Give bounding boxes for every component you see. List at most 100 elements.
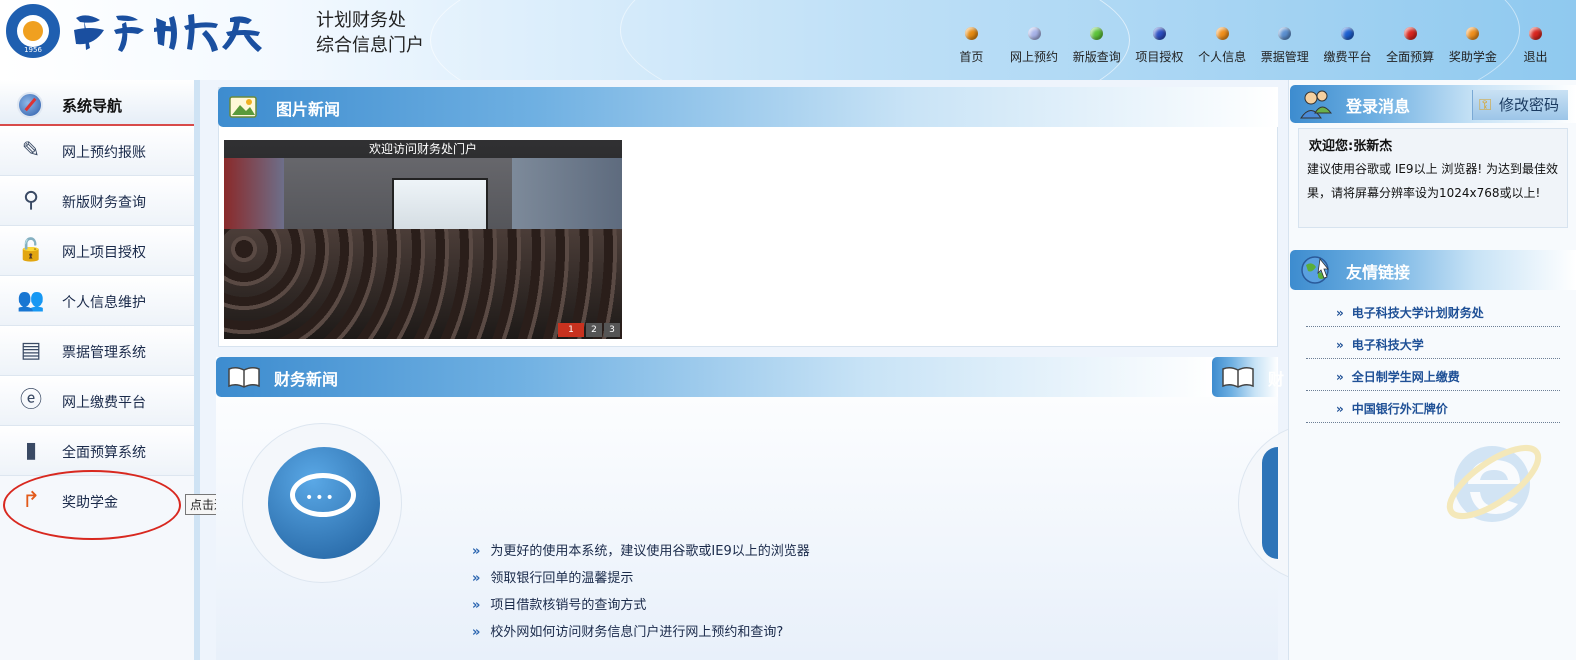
news-item[interactable]: » 项目借款核销号的查询方式 (472, 594, 810, 621)
slide-page-button[interactable]: 3 (604, 323, 620, 337)
document-icon: ▤ (20, 338, 42, 363)
topnav-label: 网上预约 (1010, 50, 1059, 64)
topnav-item[interactable]: 全面预算 (1379, 22, 1442, 74)
news-item[interactable]: » 校外网如何访问财务信息门户进行网上预约和查询? (472, 621, 810, 648)
emblem-year: 1956 (24, 46, 42, 54)
topnav-label: 奖助学金 (1448, 50, 1497, 64)
sidebar-item-label: 票据管理系统 (62, 345, 146, 361)
sidebar-item[interactable]: 👥 个人信息维护 (0, 276, 194, 326)
welcome-user: 欢迎您:张新杰 (1309, 139, 1393, 154)
compass-icon (17, 92, 43, 118)
site-header: 1956 计划财务处 综合信息门户 首页 网上预约 新版查询 项目授权 个人信息 票据管理… (0, 0, 1576, 80)
sidebar-item-label: 网上缴费平台 (62, 395, 146, 411)
left-sidebar: 系统导航 ✎ 网上预约报账 ⚲ 新版财务查询 🔓 网上项目授权 👥 个人信息维护 ▤ 票据管理系统… (0, 80, 200, 660)
topnav-item[interactable]: 首页 (940, 22, 1003, 74)
nav-bullet-icon (1152, 27, 1166, 40)
topnav-label: 退出 (1523, 50, 1548, 64)
double-arrow-icon: » (1336, 370, 1344, 384)
double-arrow-icon: » (472, 625, 481, 640)
sidebar-item[interactable]: ⚲ 新版财务查询 (0, 176, 194, 226)
topnav-item[interactable]: 退出 (1504, 22, 1567, 74)
friend-links-header: 友情链接 (1290, 250, 1576, 290)
sidebar-item[interactable]: ▮ 全面预算系统 (0, 426, 194, 476)
topnav-item[interactable]: 网上预约 (1003, 22, 1066, 74)
internet-explorer-watermark-icon (1446, 444, 1542, 522)
finance-news-title-partial: 财 (1268, 370, 1285, 389)
slide-caption: 欢迎访问财务处门户 (224, 140, 622, 158)
highlight-circle (3, 470, 181, 540)
school-emblem-logo: 1956 (6, 4, 60, 58)
topnav-item[interactable]: 个人信息 (1191, 22, 1254, 74)
picture-news-header: 图片新闻 (218, 87, 1278, 127)
double-arrow-icon: » (1336, 338, 1344, 352)
change-password-button[interactable]: ⚿ 修改密码 (1472, 90, 1568, 120)
slide-page-button[interactable]: 2 (586, 323, 602, 337)
sidebar-item-label: 个人信息维护 (62, 295, 146, 311)
topnav-label: 新版查询 (1072, 50, 1121, 64)
login-message-body: 欢迎您:张新杰 建议使用谷歌或 IE9以上 浏览器! 为达到最佳效果，请将屏幕分… (1298, 128, 1568, 228)
nav-bullet-icon (1403, 27, 1417, 40)
topnav-item[interactable]: 新版查询 (1065, 22, 1128, 74)
sidebar-title: 系统导航 (62, 97, 123, 115)
news-item[interactable]: » 领取银行回单的温馨提示 (472, 567, 810, 594)
double-arrow-icon: » (1336, 306, 1344, 320)
sidebar-item[interactable]: ▤ 票据管理系统 (0, 326, 194, 376)
topnav-label: 全面预算 (1386, 50, 1435, 64)
topnav-item[interactable]: 缴费平台 (1316, 22, 1379, 74)
bar-chart-icon: ▮ (24, 438, 38, 463)
double-arrow-icon: » (472, 571, 481, 586)
friend-link-label: 电子科技大学计划财务处 (1351, 306, 1484, 320)
ie-pay-icon: ⓔ (19, 388, 42, 413)
finance-news-list: » 为更好的使用本系统，建议使用谷歌或IE9以上的浏览器» 领取银行回单的温馨提示»… (472, 540, 810, 648)
friend-link-label: 电子科技大学 (1351, 338, 1424, 352)
nav-bullet-icon (1090, 27, 1104, 40)
friend-link[interactable]: » 电子科技大学计划财务处 (1306, 295, 1560, 327)
topnav-label: 首页 (959, 50, 984, 64)
department-title: 计划财务处 综合信息门户 (316, 8, 424, 58)
users-icon: 👥 (17, 288, 45, 313)
topnav-label: 个人信息 (1198, 50, 1247, 64)
friend-links-list: » 电子科技大学计划财务处 » 电子科技大学 » 全日制学生网上缴费 » 中国银行外汇牌价 (1306, 295, 1560, 423)
nav-bullet-icon (1215, 27, 1229, 40)
topnav-item[interactable]: 票据管理 (1253, 22, 1316, 74)
double-arrow-icon: » (472, 544, 481, 559)
sidebar-item[interactable]: 🔓 网上项目授权 (0, 226, 194, 276)
chat-bubble-icon-partial (1262, 447, 1278, 559)
news-item[interactable]: » 为更好的使用本系统，建议使用谷歌或IE9以上的浏览器 (472, 540, 810, 567)
topnav-item[interactable]: 项目授权 (1128, 22, 1191, 74)
nav-bullet-icon (1529, 27, 1543, 40)
sidebar-item[interactable]: ✎ 网上预约报账 (0, 126, 194, 176)
sidebar-item[interactable]: ⓔ 网上缴费平台 (0, 376, 194, 426)
change-password-label: 修改密码 (1499, 96, 1560, 114)
friend-link[interactable]: » 全日制学生网上缴费 (1306, 359, 1560, 391)
chat-bubble-icon: ••• (268, 447, 380, 559)
news-item-title: 项目借款核销号的查询方式 (490, 598, 647, 613)
sidebar-item-label: 网上项目授权 (62, 245, 146, 261)
friend-link[interactable]: » 电子科技大学 (1306, 327, 1560, 359)
friend-link[interactable]: » 中国银行外汇牌价 (1306, 391, 1560, 423)
top-navigation: 首页 网上预约 新版查询 项目授权 个人信息 票据管理 缴费平台 全面预算 奖助学金 退出 (940, 22, 1567, 74)
topnav-label: 缴费平台 (1323, 50, 1372, 64)
slide-page-button[interactable]: 1 (558, 323, 584, 337)
edit-icon: ✎ (21, 138, 41, 163)
nav-bullet-icon (1466, 27, 1480, 40)
key-icon: ⚿ (1479, 95, 1492, 114)
sidebar-menu: ✎ 网上预约报账 ⚲ 新版财务查询 🔓 网上项目授权 👥 个人信息维护 ▤ 票据管理系统 ⓔ 网上缴费… (0, 126, 194, 526)
open-book-icon (1222, 366, 1254, 388)
finance-news-header-duplicate: 财 (1212, 357, 1284, 397)
portal-name: 综合信息门户 (316, 35, 424, 56)
news-item-title: 校外网如何访问财务信息门户进行网上预约和查询? (490, 625, 784, 640)
school-name-logo (74, 14, 262, 52)
nav-bullet-icon (1027, 27, 1041, 40)
finance-news-header: 财务新闻 (216, 357, 1216, 397)
sidebar-header: 系统导航 (0, 80, 194, 126)
picture-news-title: 图片新闻 (276, 100, 341, 119)
sidebar-item-label: 新版财务查询 (62, 195, 146, 211)
nav-bullet-icon (1278, 27, 1292, 40)
nav-bullet-icon (964, 27, 978, 40)
friend-link-label: 全日制学生网上缴费 (1351, 370, 1460, 384)
topnav-item[interactable]: 奖助学金 (1442, 22, 1505, 74)
users-icon (1300, 90, 1332, 119)
sidebar-item-label: 全面预算系统 (62, 445, 146, 461)
photo-slider[interactable]: 欢迎访问财务处门户 123 (224, 140, 622, 339)
